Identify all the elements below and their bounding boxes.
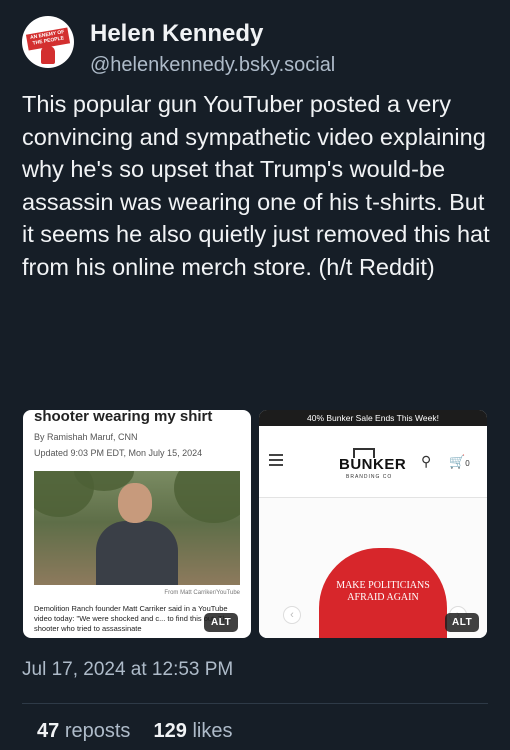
divider [22, 703, 488, 704]
person-head [118, 483, 152, 523]
article-photo [34, 471, 240, 585]
shop-logo-sub: BRANDING CO [346, 474, 393, 480]
menu-icon [269, 454, 283, 466]
likes-count[interactable]: 129 [154, 720, 187, 742]
reposts-count[interactable]: 47 [37, 720, 59, 742]
cart-icon: 🛒0 [449, 454, 470, 469]
alt-button[interactable]: ALT [204, 613, 239, 632]
shop-nav: BUNKER BRANDING CO ⚲ 🛒0 [259, 426, 487, 498]
post-header: AN ENEMY OF THE PEOPLE Helen Kennedy @he… [22, 16, 492, 78]
shop-logo: BUNKER [339, 456, 407, 473]
promo-banner: 40% Bunker Sale Ends This Week! [259, 410, 487, 426]
chevron-left-icon: ‹ [283, 606, 301, 624]
post-image-article[interactable]: shooter wearing my shirt By Ramishah Mar… [23, 410, 251, 638]
article-byline: By Ramishah Maruf, CNN [34, 432, 138, 442]
photo-credit: From Matt Carriker/YouTube [164, 590, 240, 596]
cart-count: 0 [465, 459, 470, 468]
post-stats: 47 reposts 129 likes [37, 720, 232, 743]
alt-button[interactable]: ALT [445, 613, 480, 632]
post-text: This popular gun YouTuber posted a very … [22, 91, 490, 280]
hat-text: MAKE POLITICIANS AFRAID AGAIN [336, 580, 430, 603]
likes-label[interactable]: likes [192, 720, 232, 742]
search-icon: ⚲ [421, 453, 432, 469]
avatar-figure [41, 46, 55, 64]
avatar[interactable]: AN ENEMY OF THE PEOPLE [22, 16, 74, 68]
author-handle[interactable]: @helenkennedy.bsky.social [90, 54, 335, 77]
author-name[interactable]: Helen Kennedy [90, 20, 263, 48]
person-body [96, 521, 178, 585]
post-image-merch[interactable]: 40% Bunker Sale Ends This Week! BUNKER B… [259, 410, 487, 638]
article-date: Updated 9:03 PM EDT, Mon July 15, 2024 [34, 448, 203, 458]
reposts-label[interactable]: reposts [65, 720, 131, 742]
post-timestamp[interactable]: Jul 17, 2024 at 12:53 PM [22, 659, 233, 681]
article-headline: shooter wearing my shirt [34, 410, 213, 425]
